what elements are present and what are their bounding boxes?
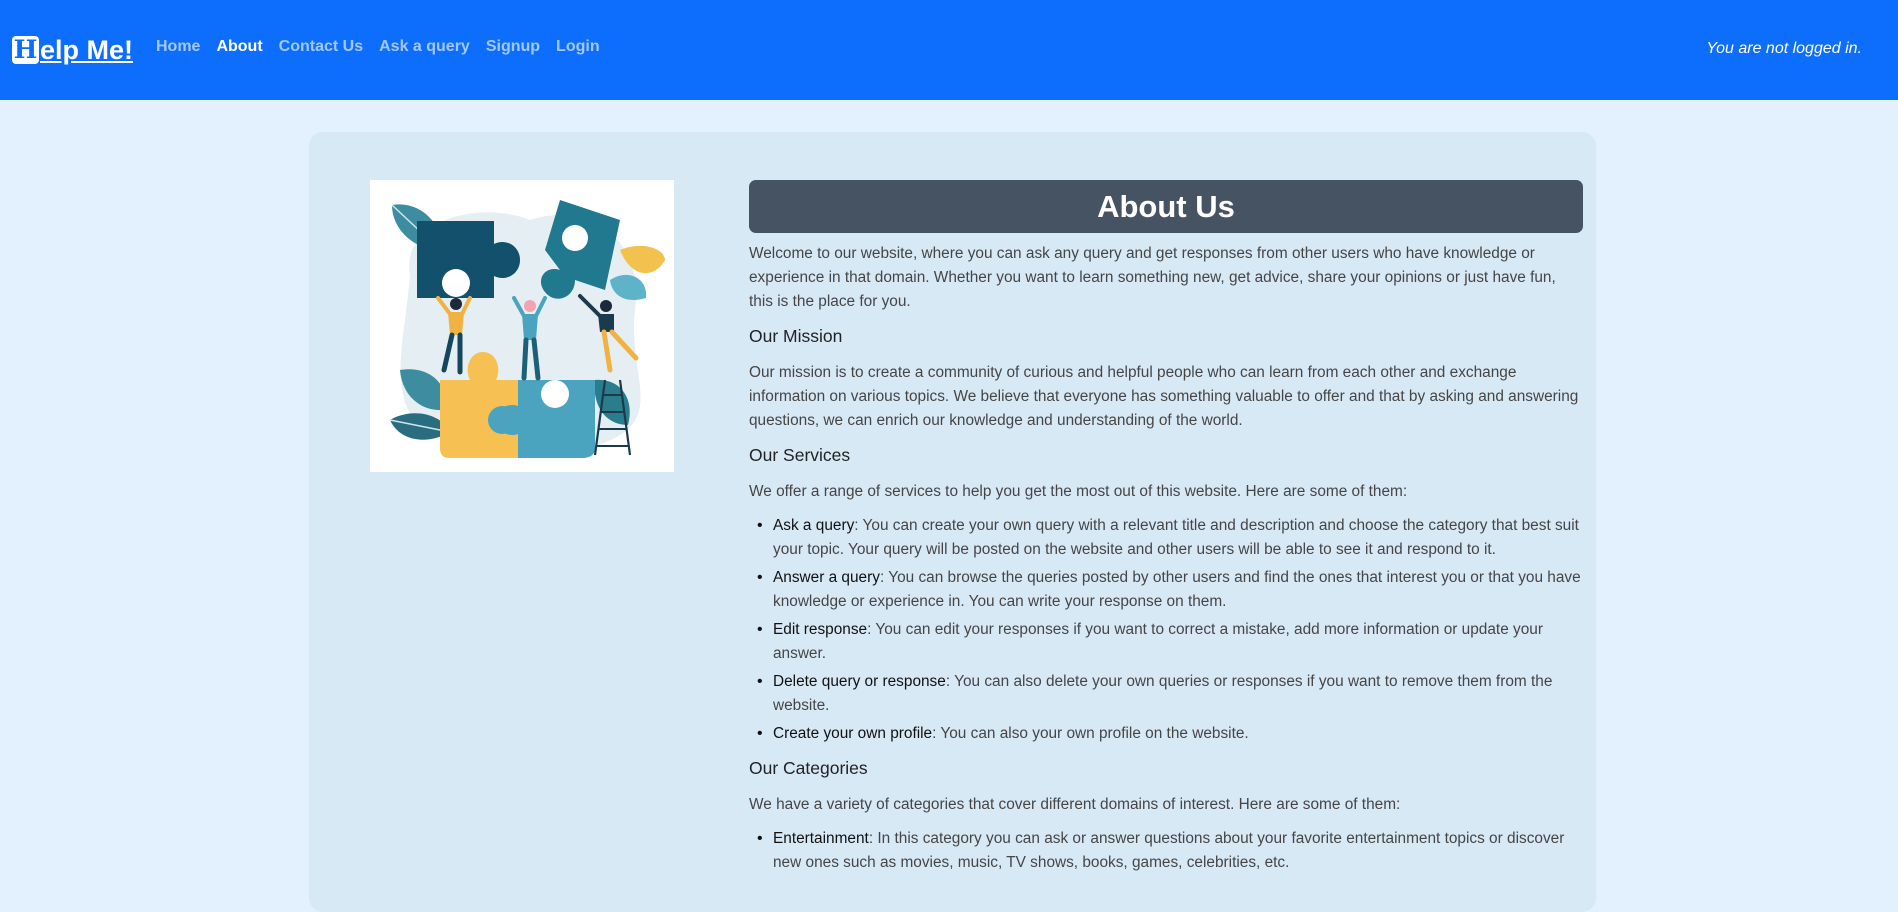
navbar: Help Me! Home About Contact Us Ask a que… (0, 0, 1898, 100)
services-intro: We offer a range of services to help you… (749, 483, 1408, 500)
list-item-desc: : You can also your own profile on the w… (932, 725, 1249, 742)
intro-paragraph: Welcome to our website, where you can as… (749, 245, 1556, 310)
brand-logo-link[interactable]: Help Me! (12, 33, 133, 67)
page-title: About Us (1097, 188, 1235, 224)
nav-link-login[interactable]: Login (556, 38, 600, 56)
services-list: Ask a query: You can create your own que… (749, 514, 1583, 746)
nav-link-about[interactable]: About (216, 38, 262, 56)
list-item-term: Edit response (773, 621, 868, 638)
categories-intro: We have a variety of categories that cov… (749, 796, 1401, 813)
list-item: Entertainment: In this category you can … (749, 827, 1583, 875)
list-item-desc: : You can edit your responses if you wan… (773, 621, 1543, 662)
list-item: Delete query or response: You can also d… (749, 670, 1583, 718)
nav-link-signup[interactable]: Signup (486, 38, 540, 56)
list-item-desc: : You can create your own query with a r… (773, 517, 1579, 558)
list-item-desc: : In this category you can ask or answer… (773, 830, 1565, 871)
list-item: Ask a query: You can create your own que… (749, 514, 1583, 562)
list-item: Edit response: You can edit your respons… (749, 618, 1583, 666)
nav-link-home[interactable]: Home (156, 38, 200, 56)
nav-link-ask-a-query[interactable]: Ask a query (379, 38, 470, 56)
about-title-bar: About Us (749, 180, 1583, 233)
list-item-term: Answer a query (773, 569, 880, 586)
services-heading: Our Services (749, 445, 851, 465)
login-status: You are not logged in. (1706, 40, 1862, 57)
nav-links: Home About Contact Us Ask a query Signup… (156, 38, 600, 56)
list-item: Answer a query: You can browse the queri… (749, 566, 1583, 614)
list-item-term: Delete query or response (773, 673, 946, 690)
categories-heading: Our Categories (749, 758, 868, 778)
about-content: Welcome to our website, where you can as… (749, 242, 1583, 885)
list-item-term: Ask a query (773, 517, 855, 534)
mission-heading: Our Mission (749, 326, 843, 346)
list-item-term: Entertainment (773, 830, 869, 847)
teamwork-puzzle-illustration (370, 180, 674, 472)
mission-paragraph: Our mission is to create a community of … (749, 364, 1579, 429)
list-item-term: Create your own profile (773, 725, 933, 742)
brand-h-icon: H (12, 35, 39, 64)
list-item: Create your own profile: You can also yo… (749, 722, 1583, 746)
nav-link-contact-us[interactable]: Contact Us (279, 38, 363, 56)
categories-list: Entertainment: In this category you can … (749, 827, 1583, 875)
brand-name: elp Me! (40, 34, 134, 65)
list-item-desc: : You can browse the queries posted by o… (773, 569, 1581, 610)
